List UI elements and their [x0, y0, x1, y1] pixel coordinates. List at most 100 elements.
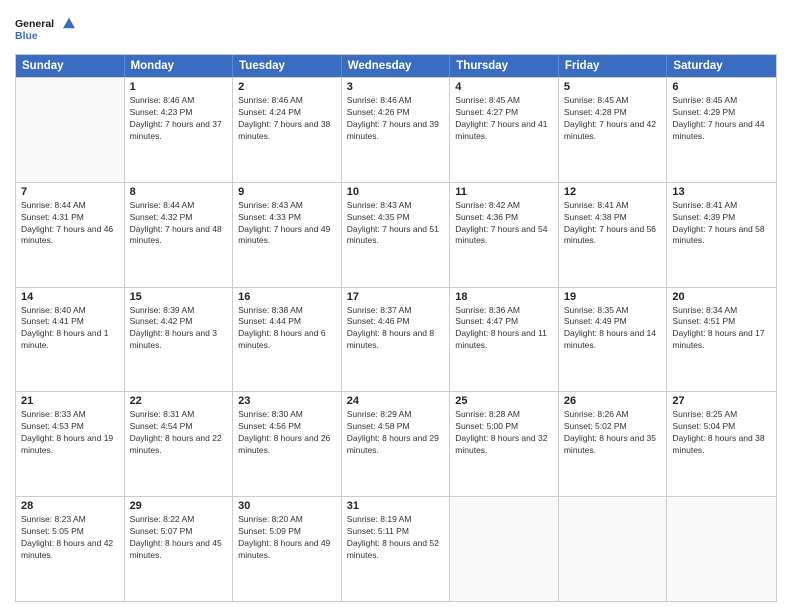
day-cell-19: 19Sunrise: 8:35 AMSunset: 4:49 PMDayligh…: [559, 288, 668, 392]
day-number: 3: [347, 81, 445, 93]
logo-svg: General Blue: [15, 10, 75, 48]
day-number: 16: [238, 291, 336, 303]
calendar-week-1: 1Sunrise: 8:46 AMSunset: 4:23 PMDaylight…: [16, 77, 776, 182]
day-info: Sunrise: 8:30 AMSunset: 4:56 PMDaylight:…: [238, 409, 336, 457]
day-number: 17: [347, 291, 445, 303]
calendar-week-3: 14 Sunrise: 8:40 AMSunset: 4:41 PMDayligh…: [16, 287, 776, 392]
svg-text:General: General: [15, 18, 54, 30]
empty-cell: [559, 497, 668, 601]
day-number: 7: [21, 186, 119, 198]
calendar-body: 1Sunrise: 8:46 AMSunset: 4:23 PMDaylight…: [16, 77, 776, 601]
header-day-saturday: Saturday: [667, 55, 776, 77]
day-cell-24: 24Sunrise: 8:29 AMSunset: 4:58 PMDayligh…: [342, 392, 451, 496]
day-number: 10: [347, 186, 445, 198]
logo: General Blue: [15, 10, 75, 48]
day-cell-28: 28Sunrise: 8:23 AMSunset: 5:05 PMDayligh…: [16, 497, 125, 601]
day-cell-21: 21Sunrise: 8:33 AMSunset: 4:53 PMDayligh…: [16, 392, 125, 496]
day-cell-4: 4 Sunrise: 8:45 AMSunset: 4:27 PMDaylight…: [450, 78, 559, 182]
header-day-sunday: Sunday: [16, 55, 125, 77]
empty-cell: [16, 78, 125, 182]
day-number: 22: [130, 395, 228, 407]
day-number: 28: [21, 500, 119, 512]
day-info: Sunrise: 8:45 AMSunset: 4:29 PMDaylight:…: [672, 95, 771, 143]
day-number: 26: [564, 395, 662, 407]
day-info: Sunrise: 8:25 AMSunset: 5:04 PMDaylight:…: [672, 409, 771, 457]
empty-cell: [450, 497, 559, 601]
day-number: 25: [455, 395, 553, 407]
day-info: Sunrise: 8:44 AMSunset: 4:32 PMDaylight:…: [130, 200, 228, 248]
day-info: Sunrise: 8:35 AMSunset: 4:49 PMDaylight:…: [564, 305, 662, 353]
calendar-week-4: 21Sunrise: 8:33 AMSunset: 4:53 PMDayligh…: [16, 391, 776, 496]
day-cell-12: 12 Sunrise: 8:41 AMSunset: 4:38 PMDayligh…: [559, 183, 668, 287]
day-number: 27: [672, 395, 771, 407]
day-number: 12: [564, 186, 662, 198]
empty-cell: [667, 497, 776, 601]
header-day-tuesday: Tuesday: [233, 55, 342, 77]
day-cell-30: 30Sunrise: 8:20 AMSunset: 5:09 PMDayligh…: [233, 497, 342, 601]
day-info: Sunrise: 8:41 AMSunset: 4:38 PMDaylight:…: [564, 200, 662, 248]
day-cell-2: 2 Sunrise: 8:46 AMSunset: 4:24 PMDaylight…: [233, 78, 342, 182]
day-cell-26: 26 Sunrise: 8:26 AMSunset: 5:02 PMDayligh…: [559, 392, 668, 496]
day-info: Sunrise: 8:38 AMSunset: 4:44 PMDaylight:…: [238, 305, 336, 353]
day-info: Sunrise: 8:46 AMSunset: 4:24 PMDaylight:…: [238, 95, 336, 143]
day-cell-15: 15Sunrise: 8:39 AMSunset: 4:42 PMDayligh…: [125, 288, 234, 392]
day-number: 29: [130, 500, 228, 512]
day-cell-20: 20Sunrise: 8:34 AMSunset: 4:51 PMDayligh…: [667, 288, 776, 392]
day-number: 13: [672, 186, 771, 198]
day-info: Sunrise: 8:44 AMSunset: 4:31 PMDaylight:…: [21, 200, 119, 248]
day-number: 11: [455, 186, 553, 198]
day-info: Sunrise: 8:46 AMSunset: 4:26 PMDaylight:…: [347, 95, 445, 143]
day-number: 20: [672, 291, 771, 303]
day-number: 9: [238, 186, 336, 198]
header-day-monday: Monday: [125, 55, 234, 77]
calendar: SundayMondayTuesdayWednesdayThursdayFrid…: [15, 54, 777, 602]
day-cell-6: 6 Sunrise: 8:45 AMSunset: 4:29 PMDaylight…: [667, 78, 776, 182]
day-info: Sunrise: 8:29 AMSunset: 4:58 PMDaylight:…: [347, 409, 445, 457]
day-info: Sunrise: 8:41 AMSunset: 4:39 PMDaylight:…: [672, 200, 771, 248]
day-number: 23: [238, 395, 336, 407]
day-cell-29: 29Sunrise: 8:22 AMSunset: 5:07 PMDayligh…: [125, 497, 234, 601]
day-number: 31: [347, 500, 445, 512]
day-cell-31: 31 Sunrise: 8:19 AMSunset: 5:11 PMDayligh…: [342, 497, 451, 601]
day-cell-27: 27 Sunrise: 8:25 AMSunset: 5:04 PMDayligh…: [667, 392, 776, 496]
day-number: 4: [455, 81, 553, 93]
day-info: Sunrise: 8:43 AMSunset: 4:33 PMDaylight:…: [238, 200, 336, 248]
day-info: Sunrise: 8:45 AMSunset: 4:27 PMDaylight:…: [455, 95, 553, 143]
day-info: Sunrise: 8:20 AMSunset: 5:09 PMDaylight:…: [238, 514, 336, 562]
day-info: Sunrise: 8:40 AMSunset: 4:41 PMDaylight:…: [21, 305, 119, 353]
day-cell-22: 22 Sunrise: 8:31 AMSunset: 4:54 PMDayligh…: [125, 392, 234, 496]
day-cell-18: 18Sunrise: 8:36 AMSunset: 4:47 PMDayligh…: [450, 288, 559, 392]
header: General Blue: [15, 10, 777, 48]
day-cell-3: 3 Sunrise: 8:46 AMSunset: 4:26 PMDaylight…: [342, 78, 451, 182]
day-number: 14: [21, 291, 119, 303]
day-cell-13: 13 Sunrise: 8:41 AMSunset: 4:39 PMDayligh…: [667, 183, 776, 287]
day-info: Sunrise: 8:19 AMSunset: 5:11 PMDaylight:…: [347, 514, 445, 562]
day-info: Sunrise: 8:31 AMSunset: 4:54 PMDaylight:…: [130, 409, 228, 457]
day-number: 1: [130, 81, 228, 93]
day-info: Sunrise: 8:36 AMSunset: 4:47 PMDaylight:…: [455, 305, 553, 353]
day-cell-16: 16 Sunrise: 8:38 AMSunset: 4:44 PMDayligh…: [233, 288, 342, 392]
svg-text:Blue: Blue: [15, 30, 38, 42]
day-info: Sunrise: 8:26 AMSunset: 5:02 PMDaylight:…: [564, 409, 662, 457]
day-info: Sunrise: 8:33 AMSunset: 4:53 PMDaylight:…: [21, 409, 119, 457]
day-info: Sunrise: 8:28 AMSunset: 5:00 PMDaylight:…: [455, 409, 553, 457]
day-cell-11: 11 Sunrise: 8:42 AMSunset: 4:36 PMDayligh…: [450, 183, 559, 287]
day-number: 8: [130, 186, 228, 198]
day-cell-10: 10Sunrise: 8:43 AMSunset: 4:35 PMDayligh…: [342, 183, 451, 287]
day-info: Sunrise: 8:45 AMSunset: 4:28 PMDaylight:…: [564, 95, 662, 143]
header-day-friday: Friday: [559, 55, 668, 77]
day-cell-23: 23 Sunrise: 8:30 AMSunset: 4:56 PMDayligh…: [233, 392, 342, 496]
day-cell-8: 8 Sunrise: 8:44 AMSunset: 4:32 PMDaylight…: [125, 183, 234, 287]
day-number: 15: [130, 291, 228, 303]
header-day-thursday: Thursday: [450, 55, 559, 77]
day-number: 5: [564, 81, 662, 93]
day-info: Sunrise: 8:42 AMSunset: 4:36 PMDaylight:…: [455, 200, 553, 248]
day-cell-5: 5 Sunrise: 8:45 AMSunset: 4:28 PMDaylight…: [559, 78, 668, 182]
day-cell-25: 25 Sunrise: 8:28 AMSunset: 5:00 PMDayligh…: [450, 392, 559, 496]
day-info: Sunrise: 8:37 AMSunset: 4:46 PMDaylight:…: [347, 305, 445, 353]
day-cell-9: 9 Sunrise: 8:43 AMSunset: 4:33 PMDaylight…: [233, 183, 342, 287]
day-cell-7: 7 Sunrise: 8:44 AMSunset: 4:31 PMDaylight…: [16, 183, 125, 287]
day-number: 2: [238, 81, 336, 93]
page: General Blue SundayMondayTuesdayWednesda…: [0, 0, 792, 612]
day-number: 6: [672, 81, 771, 93]
